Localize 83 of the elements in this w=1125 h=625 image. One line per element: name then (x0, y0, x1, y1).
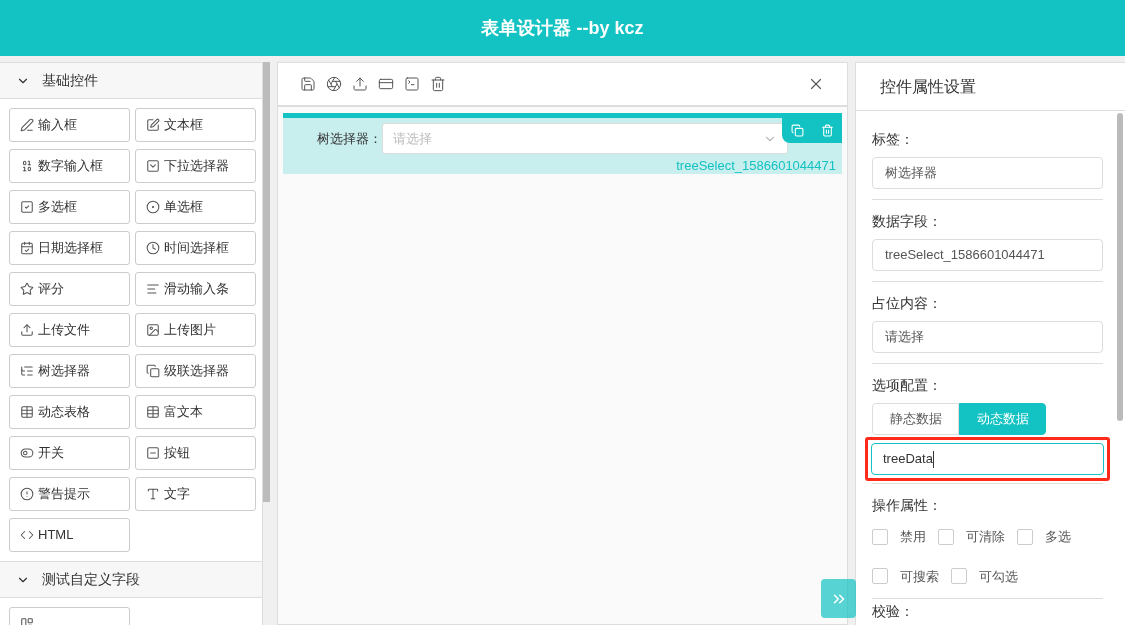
checkbox[interactable] (872, 528, 888, 545)
upload-icon (20, 323, 34, 337)
terminal-icon[interactable] (404, 76, 420, 92)
checkbox-label: 多选 (1045, 528, 1071, 546)
component-button[interactable]: 滑动输入条 (135, 272, 256, 306)
component-button[interactable]: HTML (9, 518, 130, 552)
panel-title: 控件属性设置 (880, 76, 976, 97)
code-icon (20, 528, 34, 542)
component-button[interactable]: 单选框 (135, 190, 256, 224)
save-icon[interactable] (300, 76, 316, 92)
component-button[interactable]: 多选框 (9, 190, 130, 224)
text-field[interactable]: 树选择器 (872, 157, 1103, 189)
star-icon (20, 282, 34, 296)
component-button[interactable]: 按钮 (135, 436, 256, 470)
pen-icon (20, 118, 34, 132)
calendar-icon (20, 241, 34, 255)
radio-icon (146, 200, 160, 214)
image-icon (146, 323, 160, 337)
section-label: 操作属性： (872, 496, 943, 515)
section-label: 占位内容： (872, 294, 943, 313)
component-button[interactable]: 评分 (9, 272, 130, 306)
delete-icon[interactable] (430, 76, 446, 92)
checkbox[interactable] (1017, 528, 1033, 545)
group-header[interactable]: 测试自定义字段 (0, 561, 262, 598)
field-key: treeSelect_1586601044471 (676, 156, 836, 176)
dropdown-icon (146, 159, 160, 173)
checkbox[interactable] (938, 528, 954, 545)
text-field[interactable]: treeSelect_1586601044471 (872, 239, 1103, 271)
scrollbar[interactable] (1117, 113, 1123, 422)
component-button[interactable]: 输入框 (9, 108, 130, 142)
component-button[interactable]: 富文本 (135, 395, 256, 429)
aperture-icon[interactable] (326, 76, 342, 92)
component-button[interactable]: 开关 (9, 436, 130, 470)
group-title: 基础控件 (42, 71, 98, 90)
component-button[interactable]: 警告提示 (9, 477, 130, 511)
form-item[interactable]: 树选择器： 请选择 treeSelect_1586601044471 (283, 113, 842, 174)
component-button[interactable]: 上传文件 (9, 313, 130, 347)
card-icon[interactable] (378, 76, 394, 92)
field-label: 树选择器： (316, 129, 382, 148)
button-icon (146, 446, 160, 460)
component-button[interactable]: 级联选择器 (135, 354, 256, 388)
alert-icon (20, 487, 34, 501)
scrollbar[interactable] (263, 62, 270, 502)
component-button[interactable]: 日期选择框 (9, 231, 130, 265)
section-label: 标签： (872, 130, 915, 149)
upload-icon[interactable] (352, 76, 368, 92)
group-header[interactable]: 基础控件 (0, 62, 262, 99)
component-button[interactable]: 上传图片 (135, 313, 256, 347)
component-button[interactable]: 动态表格 (9, 395, 130, 429)
table-icon (20, 405, 34, 419)
component-button[interactable]: 树选择器 (9, 354, 130, 388)
component-button[interactable]: 时间选择框 (135, 231, 256, 265)
table-icon (146, 405, 160, 419)
component-button[interactable]: 数字输入框 (9, 149, 130, 183)
checkbox[interactable] (951, 568, 967, 585)
component-button[interactable]: 文字 (135, 477, 256, 511)
text-field[interactable]: 请选择 (872, 321, 1103, 353)
checkbox-label: 可搜索 (900, 567, 939, 586)
number-icon (20, 159, 34, 173)
delete-icon[interactable] (820, 124, 834, 137)
checkbox-label: 禁用 (900, 528, 926, 546)
section-label: 数据字段： (872, 212, 943, 231)
collapse-button[interactable] (821, 579, 856, 618)
checkbox-label: 可勾选 (979, 567, 1018, 586)
copy-icon[interactable] (790, 124, 804, 137)
tree-icon (20, 364, 34, 378)
component-button[interactable]: 文本框 (135, 108, 256, 142)
checkbox-icon (20, 200, 34, 214)
component-button[interactable]: 下拉选择器 (135, 149, 256, 183)
option-tab[interactable]: 静态数据 (872, 403, 959, 435)
text-icon (146, 487, 160, 501)
checkbox[interactable] (872, 568, 888, 585)
edit-icon (146, 118, 160, 132)
checkbox-label: 可清除 (966, 528, 1005, 546)
section-label: 校验： (872, 603, 915, 619)
stacked-squares-icon (146, 364, 160, 378)
app-title: 表单设计器 --by kcz (481, 16, 644, 40)
section-label: 选项配置： (872, 376, 943, 395)
clock-icon (146, 241, 160, 255)
group-title: 测试自定义字段 (42, 570, 140, 589)
text-field[interactable]: treeData (871, 443, 1104, 475)
lines-icon (146, 282, 160, 296)
toggle-icon (20, 446, 34, 460)
